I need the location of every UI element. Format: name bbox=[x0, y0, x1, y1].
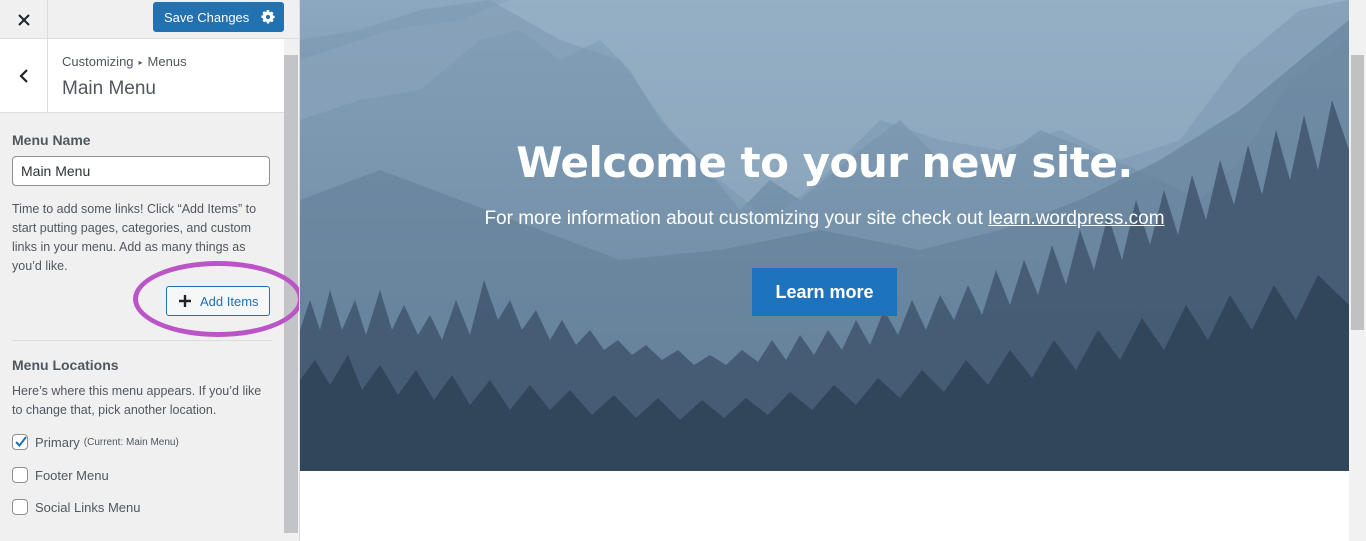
breadcrumb: Customizing ▸ Menus bbox=[62, 54, 187, 69]
save-changes-label: Save Changes bbox=[164, 9, 250, 25]
location-option-primary[interactable]: Primary (Current: Main Menu) bbox=[12, 434, 179, 450]
location-option-footer[interactable]: Footer Menu bbox=[12, 467, 109, 483]
menu-name-label: Menu Name bbox=[12, 132, 91, 148]
hero-cover: Welcome to your new site. For more infor… bbox=[300, 0, 1349, 471]
hero-title: Welcome to your new site. bbox=[516, 138, 1133, 187]
checkmark-icon bbox=[15, 436, 27, 448]
sidebar-scrollbar-thumb[interactable] bbox=[284, 55, 298, 533]
breadcrumb-current: Menus bbox=[147, 54, 187, 69]
hero-subtitle: For more information about customizing y… bbox=[300, 208, 1349, 230]
close-button[interactable] bbox=[0, 0, 48, 39]
section-divider bbox=[12, 340, 272, 341]
learn-wordpress-link[interactable]: learn.wordpress.com bbox=[988, 208, 1164, 229]
checkbox-primary[interactable] bbox=[12, 434, 28, 450]
mountain-forest-image bbox=[300, 0, 1349, 471]
preview-scrollbar-thumb[interactable] bbox=[1351, 55, 1364, 330]
customizer-sidebar: Save Changes Customizing ▸ Menus Main Menu… bbox=[0, 0, 300, 541]
learn-more-button[interactable]: Learn more bbox=[752, 268, 897, 316]
location-option-social[interactable]: Social Links Menu bbox=[12, 499, 141, 515]
section-header: Customizing ▸ Menus Main Menu bbox=[0, 39, 284, 113]
location-note-primary: (Current: Main Menu) bbox=[83, 436, 179, 448]
menu-name-help-text: Time to add some links! Click “Add Items… bbox=[12, 202, 257, 273]
site-preview: Welcome to your new site. For more infor… bbox=[300, 0, 1349, 541]
close-icon bbox=[17, 13, 30, 26]
hero-subtitle-text: For more information about customizing y… bbox=[484, 208, 983, 229]
add-items-label: Add Items bbox=[200, 293, 259, 309]
gear-icon[interactable] bbox=[261, 10, 275, 24]
menu-name-field[interactable] bbox=[12, 156, 270, 186]
add-items-button[interactable]: Add Items bbox=[166, 286, 270, 316]
chevron-left-icon bbox=[18, 68, 28, 83]
back-button[interactable] bbox=[0, 39, 48, 112]
page-title: Main Menu bbox=[62, 78, 156, 99]
checkbox-footer[interactable] bbox=[12, 467, 28, 483]
checkbox-social[interactable] bbox=[12, 499, 28, 515]
customizer-header: Save Changes bbox=[0, 0, 299, 39]
save-changes-button[interactable]: Save Changes bbox=[153, 2, 284, 32]
menu-locations-label: Menu Locations bbox=[12, 357, 119, 373]
location-label-social: Social Links Menu bbox=[35, 499, 141, 515]
location-label-footer: Footer Menu bbox=[35, 467, 109, 483]
breadcrumb-separator: ▸ bbox=[138, 58, 143, 67]
plus-icon bbox=[179, 295, 191, 307]
breadcrumb-parent: Customizing bbox=[62, 54, 134, 69]
menu-locations-help-text: Here’s where this menu appears. If you’d… bbox=[12, 384, 262, 417]
location-label-primary: Primary bbox=[35, 434, 80, 450]
